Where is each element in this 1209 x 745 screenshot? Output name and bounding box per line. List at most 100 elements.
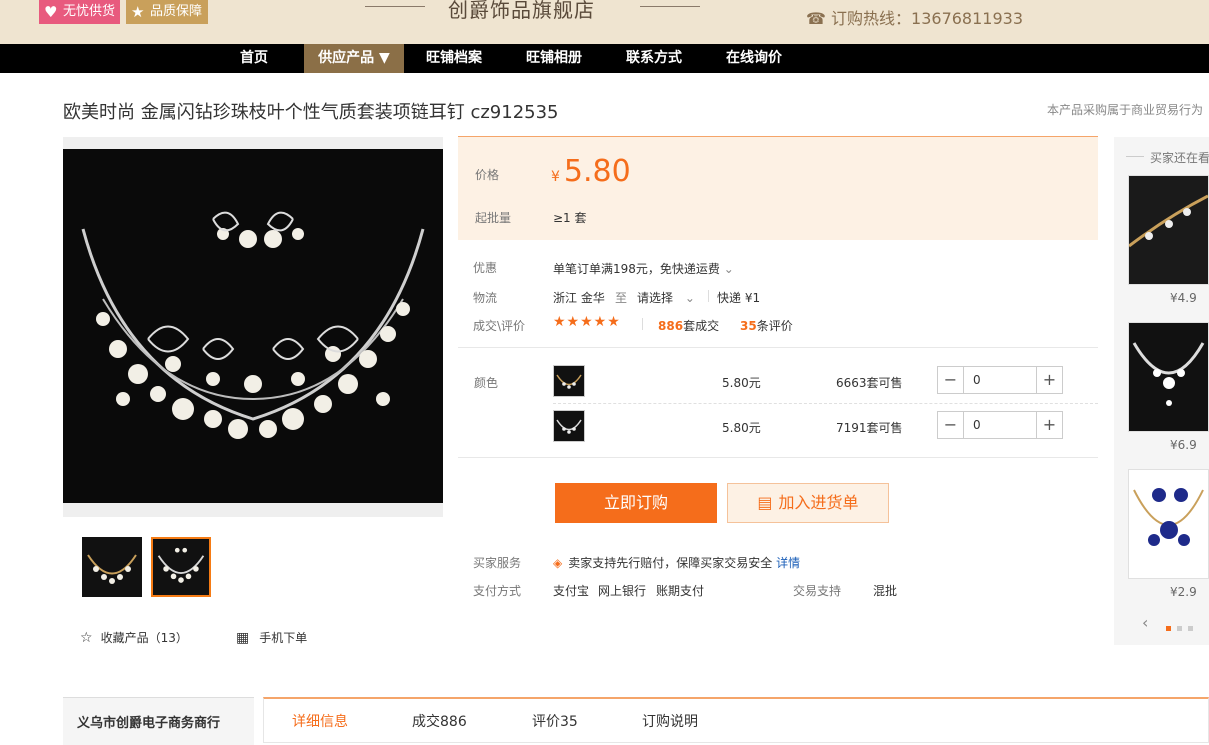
payment-label: 支付方式 xyxy=(473,584,522,598)
thumbnail-silver[interactable] xyxy=(151,537,211,597)
related-product-3[interactable] xyxy=(1128,469,1209,579)
rating-stars: ★★★★★ xyxy=(553,314,621,330)
row-divider xyxy=(553,403,1098,404)
shop-name[interactable]: 义乌市创爵电子商务商行 xyxy=(77,712,220,731)
section-divider xyxy=(458,457,1098,458)
gold-variant-image xyxy=(556,374,582,389)
favorite-label: 收藏产品（13） xyxy=(100,631,188,645)
hotline-text: 订购热线：13676811933 xyxy=(831,9,1024,28)
carousel-dot[interactable] xyxy=(1177,626,1182,631)
deals-unit: 套成交 xyxy=(683,319,720,333)
tab-details[interactable]: 详细信息 xyxy=(292,711,348,731)
star-outline-icon: ☆ xyxy=(80,630,93,646)
moq-value: ≥1 套 xyxy=(553,211,587,225)
promo-value: 单笔订单满198元，免快递运费 xyxy=(553,262,720,276)
variant-price: 5.80元 xyxy=(722,376,761,390)
title-divider-right xyxy=(640,6,700,7)
carousel-dot[interactable] xyxy=(1188,626,1193,631)
also-viewed-heading: 买家还在看 xyxy=(1125,151,1209,165)
mobile-order[interactable]: ▦ 手机下单 xyxy=(236,629,307,646)
variant-price: 5.80元 xyxy=(722,421,761,435)
deals-label: 成交\评价 xyxy=(473,319,526,333)
worry-free-label: 无忧供货 xyxy=(63,4,116,19)
divider xyxy=(708,290,709,302)
silver-necklace-thumb xyxy=(153,539,209,595)
destination-select[interactable]: 请选择 ⌄ xyxy=(637,289,695,306)
add-to-cart-button[interactable]: ▤ 加入进货单 xyxy=(727,483,889,523)
related-price: ¥2.9 xyxy=(1170,585,1197,599)
currency-symbol: ¥ xyxy=(551,169,560,185)
related-product-image xyxy=(1129,323,1208,431)
tab-deals[interactable]: 成交886 xyxy=(412,711,467,731)
origin: 浙江 金华 xyxy=(553,291,605,305)
color-label: 颜色 xyxy=(474,376,499,390)
variant-stock: 6663套可售 xyxy=(836,376,903,390)
reviews-number: 35 xyxy=(740,319,757,333)
reviews-count[interactable]: 35条评价 xyxy=(740,317,793,334)
shield-icon: ◈ xyxy=(553,556,563,570)
nav-products[interactable]: 供应产品 ▼ xyxy=(304,44,404,73)
payment-alipay: 支付宝 xyxy=(553,584,590,598)
trade-support-value: 混批 xyxy=(873,584,898,598)
gold-necklace-thumb xyxy=(82,537,142,597)
shop-name-banner: 创爵饰品旗舰店 xyxy=(448,0,595,22)
favorite-product[interactable]: ☆ 收藏产品（13） xyxy=(80,629,188,646)
related-price: ¥6.9 xyxy=(1170,438,1197,452)
detail-tabs: 详细信息 成交886 评价35 订购说明 xyxy=(263,697,1209,743)
payment-credit: 账期支付 xyxy=(656,584,705,598)
quantity-input[interactable] xyxy=(965,413,1035,437)
product-title: 欧美时尚 金属闪钻珍珠枝叶个性气质套装项链耳钉 cz912535 xyxy=(63,102,559,123)
deals-number: 886 xyxy=(658,319,684,333)
tab-order-notes[interactable]: 订购说明 xyxy=(642,711,698,731)
price-value: 5.80 xyxy=(563,154,631,189)
decrease-button[interactable]: − xyxy=(938,412,964,438)
decrease-button[interactable]: − xyxy=(938,367,964,393)
phone-icon: ☎ xyxy=(806,9,826,28)
title-divider-left xyxy=(365,6,425,7)
price-label: 价格 xyxy=(475,168,500,182)
moq-label: 起批量 xyxy=(475,211,512,225)
quantity-stepper: − + xyxy=(937,366,1063,394)
trade-support-label: 交易支持 xyxy=(793,584,842,598)
payment-bank: 网上银行 xyxy=(598,584,647,598)
buyer-service-text: 卖家支持先行赔付，保障买家交易安全 xyxy=(568,556,773,570)
quantity-input[interactable] xyxy=(965,368,1035,392)
carousel-dots xyxy=(1166,620,1199,634)
deals-count[interactable]: 886套成交 xyxy=(658,317,719,334)
promo-text[interactable]: 单笔订单满198元，免快递运费 ⌄ xyxy=(553,260,734,277)
related-product-1[interactable] xyxy=(1128,175,1209,285)
reviews-unit: 条评价 xyxy=(756,319,793,333)
nav-inquiry[interactable]: 在线询价 xyxy=(714,44,794,73)
order-now-button[interactable]: 立即订购 xyxy=(555,483,717,523)
silver-variant-image xyxy=(556,419,582,434)
divider xyxy=(642,318,643,330)
variant-gold-thumb[interactable] xyxy=(553,365,585,397)
hotline: ☎ 订购热线：13676811933 xyxy=(806,5,1023,29)
variant-stock: 7191套可售 xyxy=(836,421,903,435)
buyer-service: ◈ 卖家支持先行赔付，保障买家交易安全 详情 xyxy=(553,554,800,571)
nav-album[interactable]: 旺铺相册 xyxy=(514,44,594,73)
chevron-left-icon[interactable]: ‹ xyxy=(1142,613,1148,632)
increase-button[interactable]: + xyxy=(1036,412,1062,438)
express-fee: 快递 ¥1 xyxy=(717,291,761,305)
related-product-image xyxy=(1128,176,1209,284)
quality-label: 品质保障 xyxy=(150,4,203,19)
main-nav: 首页 供应产品 ▼ 旺铺档案 旺铺相册 联系方式 在线询价 xyxy=(0,44,1209,73)
carousel-dot[interactable] xyxy=(1166,626,1171,631)
to-label: 至 xyxy=(615,291,628,305)
tab-reviews[interactable]: 评价35 xyxy=(532,711,578,731)
detail-link[interactable]: 详情 xyxy=(776,556,800,570)
related-product-2[interactable] xyxy=(1128,322,1209,432)
increase-button[interactable]: + xyxy=(1036,367,1062,393)
variant-silver-thumb[interactable] xyxy=(553,410,585,442)
nav-home[interactable]: 首页 xyxy=(224,44,284,73)
thumbnail-gold[interactable] xyxy=(82,537,142,597)
qr-code-icon: ▦ xyxy=(236,630,250,646)
nav-contact[interactable]: 联系方式 xyxy=(614,44,694,73)
nav-profile[interactable]: 旺铺档案 xyxy=(414,44,494,73)
buyer-service-label: 买家服务 xyxy=(473,556,522,570)
chevron-down-icon: ⌄ xyxy=(684,291,695,305)
promo-label: 优惠 xyxy=(473,261,498,275)
product-main-image[interactable] xyxy=(63,137,443,517)
necklace-image xyxy=(63,149,443,503)
